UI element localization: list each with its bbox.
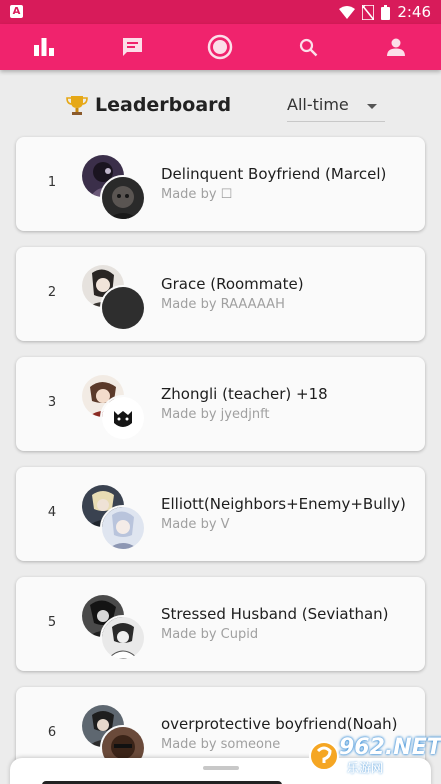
chevron-down-icon — [367, 104, 377, 109]
watermark-logo-icon — [309, 741, 339, 771]
chat-icon — [122, 38, 142, 56]
made-by-label: Made by — [161, 737, 217, 752]
creator-name: ☐ — [220, 187, 233, 202]
character-name: Stressed Husband (Seviathan) — [161, 605, 389, 623]
nav-chats[interactable] — [88, 24, 176, 70]
made-by-label: Made by — [161, 407, 217, 422]
profile-icon — [387, 38, 405, 56]
creator-credit: Made by someone — [161, 736, 280, 754]
creator-credit: Made by ☐ — [161, 186, 232, 204]
character-name: Elliott(Neighbors+Enemy+Bully) — [161, 495, 406, 513]
bubble-icon — [207, 34, 233, 60]
rank-number: 2 — [47, 285, 57, 300]
creator-credit: Made by V — [161, 516, 230, 534]
rank-number: 1 — [47, 175, 57, 190]
leaderboard-card[interactable]: 4 Elliott(Neighbors+Enemy+Bully) Made by… — [16, 467, 425, 561]
creator-credit: Made by Cupid — [161, 626, 258, 644]
time-range-dropdown[interactable]: All-time — [287, 91, 385, 122]
leaderboard-icon — [34, 38, 54, 56]
rank-number: 5 — [47, 615, 57, 630]
creator-credit: Made by RAAAAAH — [161, 296, 285, 314]
nav-search[interactable] — [264, 24, 352, 70]
no-sim-icon — [362, 4, 375, 20]
nav-profile[interactable] — [352, 24, 440, 70]
nav-create[interactable] — [176, 24, 264, 70]
creator-name: RAAAAAH — [220, 297, 285, 312]
top-navigation — [0, 24, 441, 70]
creator-name: jyedjnft — [220, 407, 270, 422]
status-bar: A 2:46 — [0, 0, 441, 24]
leaderboard-card[interactable]: 1 Delinquent Boyfriend (Marcel) Made by … — [16, 137, 425, 231]
app-notification-icon: A — [10, 5, 23, 18]
creator-name: someone — [220, 737, 281, 752]
made-by-label: Made by — [161, 627, 217, 642]
status-icons: 2:46 — [339, 4, 431, 20]
rank-number: 6 — [47, 725, 57, 740]
character-name: overprotective boyfriend(Noah) — [161, 715, 398, 733]
creator-avatar — [100, 505, 146, 551]
time-range-value: All-time — [287, 95, 349, 114]
page-title: Leaderboard — [95, 94, 232, 116]
creator-avatar — [100, 615, 146, 661]
leaderboard-card[interactable]: 5 Stressed Husband (Seviathan) Made by C… — [16, 577, 425, 671]
watermark-subtitle: 乐游网 — [347, 761, 384, 775]
leaderboard-header: Leaderboard All-time — [0, 86, 441, 126]
clock: 2:46 — [397, 3, 431, 21]
character-name: Delinquent Boyfriend (Marcel) — [161, 165, 387, 183]
leaderboard-card[interactable]: 2 Grace (Roommate) Made by RAAAAAH — [16, 247, 425, 341]
made-by-label: Made by — [161, 297, 217, 312]
trophy-icon — [66, 96, 88, 115]
rank-number: 3 — [47, 395, 57, 410]
creator-name: V — [220, 517, 230, 532]
creator-credit: Made by jyedjnft — [161, 406, 270, 424]
character-name: Zhongli (teacher) +18 — [161, 385, 328, 403]
battery-icon — [381, 4, 391, 20]
leaderboard-card[interactable]: 3 Zhongli (teacher) +18 Made by jyedjnft — [16, 357, 425, 451]
character-name: Grace (Roommate) — [161, 275, 304, 293]
site-watermark: 962.NET 乐游网 — [305, 735, 441, 779]
watermark-text: 962.NET — [339, 735, 441, 760]
wifi-icon — [339, 5, 356, 19]
made-by-label: Made by — [161, 517, 217, 532]
rank-number: 4 — [47, 505, 57, 520]
made-by-label: Made by — [161, 187, 217, 202]
creator-avatar — [100, 395, 146, 441]
drag-handle[interactable] — [203, 766, 239, 770]
creator-avatar — [100, 285, 146, 331]
creator-avatar — [100, 175, 146, 221]
creator-name: Cupid — [220, 627, 259, 642]
nav-leaderboard[interactable] — [0, 24, 88, 70]
search-icon — [299, 38, 317, 56]
